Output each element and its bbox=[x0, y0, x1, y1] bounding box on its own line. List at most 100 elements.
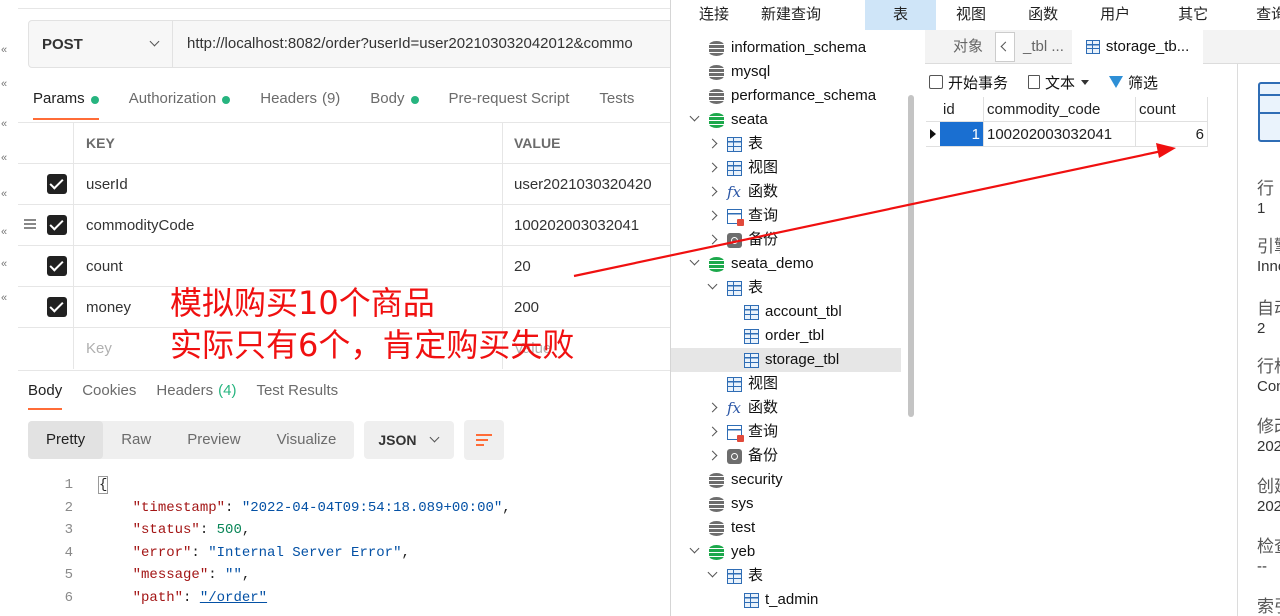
view-preview[interactable]: Preview bbox=[169, 421, 258, 459]
view-pretty[interactable]: Pretty bbox=[28, 421, 104, 459]
param-value[interactable]: user2021030320420 bbox=[502, 164, 670, 205]
chevron-right-icon[interactable] bbox=[707, 162, 718, 173]
tree-node[interactable]: fx 函数 bbox=[671, 180, 901, 204]
param-value[interactable]: 100202003032041 bbox=[502, 205, 670, 246]
param-checkbox[interactable] bbox=[47, 174, 67, 194]
column-header[interactable]: commodity_code bbox=[984, 97, 1136, 122]
tab-headers[interactable]: Headers (9) bbox=[260, 86, 340, 124]
toolbar-connect[interactable]: 连接 bbox=[699, 0, 729, 30]
view-visualize[interactable]: Visualize bbox=[259, 421, 355, 459]
param-key[interactable]: userId bbox=[86, 164, 128, 205]
chevron-right-icon[interactable] bbox=[707, 186, 718, 197]
column-header[interactable]: count bbox=[1136, 97, 1208, 122]
tab-tests[interactable]: Tests bbox=[599, 86, 634, 124]
annotation-line: 实际只有6个，肯定购买失败 bbox=[170, 326, 575, 364]
tab-pre-request-script[interactable]: Pre-request Script bbox=[449, 86, 570, 124]
chevron-down-icon[interactable] bbox=[707, 279, 718, 290]
wrap-lines-button[interactable] bbox=[464, 420, 505, 460]
tree-node[interactable]: mysql bbox=[671, 60, 901, 84]
toolbar-tables[interactable]: 表 bbox=[865, 0, 937, 30]
chevron-right-icon[interactable] bbox=[707, 402, 718, 413]
chevron-right-icon[interactable] bbox=[707, 426, 718, 437]
tab-storage-table[interactable]: storage_tb... bbox=[1071, 29, 1204, 64]
tree-node[interactable]: performance_schema bbox=[671, 84, 901, 108]
toolbar-other[interactable]: 其它 bbox=[1178, 0, 1208, 30]
tree-node-selected[interactable]: storage_tbl bbox=[671, 348, 901, 372]
tree-node[interactable]: account_tbl bbox=[671, 300, 901, 324]
toolbar-users[interactable]: 用户 bbox=[1100, 0, 1130, 30]
tree-node[interactable]: information_schema bbox=[671, 36, 901, 60]
tree-node[interactable]: 备份 bbox=[671, 228, 901, 252]
tree-node[interactable]: seata bbox=[671, 108, 901, 132]
chevron-down-icon[interactable] bbox=[689, 255, 700, 266]
chevron-down-icon[interactable] bbox=[689, 543, 700, 554]
tab-params[interactable]: Params bbox=[33, 86, 99, 124]
toolbar-views[interactable]: 视图 bbox=[956, 0, 986, 30]
tree-node[interactable]: 表 bbox=[671, 132, 901, 156]
tab-body[interactable]: Body bbox=[370, 86, 419, 124]
column-header[interactable]: id bbox=[940, 97, 984, 122]
param-value[interactable]: 20 bbox=[502, 246, 670, 287]
tab-response-body[interactable]: Body bbox=[28, 380, 63, 410]
tab-test-results[interactable]: Test Results bbox=[256, 380, 338, 410]
tree-node[interactable]: 视图 bbox=[671, 372, 901, 396]
filter-button[interactable]: 筛选 bbox=[1109, 72, 1158, 93]
chevron-right-icon[interactable] bbox=[707, 234, 718, 245]
cell-count[interactable]: 6 bbox=[1136, 122, 1208, 147]
chevron-down-icon[interactable] bbox=[689, 111, 700, 122]
param-key[interactable]: money bbox=[86, 287, 131, 328]
tree-node[interactable]: security bbox=[671, 468, 901, 492]
filter-icon bbox=[1109, 76, 1124, 88]
tree-node[interactable]: test bbox=[671, 516, 901, 540]
tree-node[interactable]: 视图 bbox=[671, 156, 901, 180]
begin-transaction-button[interactable]: 开始事务 bbox=[929, 72, 1008, 93]
tab-response-headers[interactable]: Headers (4) bbox=[156, 380, 236, 410]
chevron-down-icon[interactable] bbox=[707, 567, 718, 578]
param-key[interactable]: count bbox=[86, 246, 123, 287]
param-checkbox[interactable] bbox=[47, 256, 67, 276]
param-checkbox[interactable] bbox=[47, 297, 67, 317]
url-input[interactable]: http://localhost:8082/order?userId=user2… bbox=[173, 21, 633, 67]
tree-node[interactable]: 查询 bbox=[671, 420, 901, 444]
tree-node[interactable]: order_tbl bbox=[671, 324, 901, 348]
tree-node-label: security bbox=[731, 471, 783, 488]
tree-node[interactable]: t_admin bbox=[671, 588, 901, 612]
tree-node[interactable]: 备份 bbox=[671, 444, 901, 468]
tab-authorization[interactable]: Authorization bbox=[129, 86, 231, 124]
tab-objects[interactable]: 对象 bbox=[925, 30, 995, 64]
json-link-value[interactable]: "/order" bbox=[200, 590, 267, 606]
format-select[interactable]: JSON bbox=[364, 421, 455, 459]
tree-node[interactable]: fx 函数 bbox=[671, 396, 901, 420]
text-view-button[interactable]: 文本 bbox=[1028, 72, 1090, 93]
drag-handle-icon[interactable] bbox=[24, 219, 36, 231]
tree-node[interactable]: 表 bbox=[671, 276, 901, 300]
view-raw[interactable]: Raw bbox=[103, 421, 169, 459]
param-key-placeholder[interactable]: Key bbox=[86, 328, 112, 369]
info-label: 引擎 bbox=[1257, 237, 1280, 256]
toolbar-functions[interactable]: 函数 bbox=[1028, 0, 1058, 30]
param-key[interactable]: commodityCode bbox=[86, 205, 194, 246]
toolbar-query[interactable]: 查询 bbox=[1256, 0, 1280, 30]
chevron-right-icon[interactable] bbox=[707, 210, 718, 221]
tree-node[interactable]: 查询 bbox=[671, 204, 901, 228]
tree-node-label: test bbox=[731, 519, 756, 536]
scroll-tabs-left-button[interactable] bbox=[995, 31, 1016, 62]
chevron-right-icon[interactable] bbox=[707, 450, 718, 461]
cell-id[interactable]: 1 bbox=[940, 122, 984, 147]
table-icon bbox=[744, 593, 759, 608]
grid-row[interactable]: 1 100202003032041 6 bbox=[926, 122, 1208, 147]
tree-node[interactable]: 表 bbox=[671, 564, 901, 588]
cell-commodity-code[interactable]: 100202003032041 bbox=[984, 122, 1136, 147]
grid-toolbar: 开始事务 文本 筛选 bbox=[929, 70, 1178, 94]
toolbar-new-query[interactable]: 新建查询 bbox=[761, 0, 821, 30]
param-checkbox[interactable] bbox=[47, 215, 67, 235]
tree-node[interactable]: sys bbox=[671, 492, 901, 516]
table-icon bbox=[744, 353, 759, 368]
tab-cookies[interactable]: Cookies bbox=[82, 380, 136, 410]
chevron-right-icon[interactable] bbox=[707, 138, 718, 149]
tree-scrollbar[interactable] bbox=[908, 95, 914, 417]
method-select[interactable]: POST bbox=[29, 21, 173, 67]
tree-node[interactable]: seata_demo bbox=[671, 252, 901, 276]
tree-node[interactable]: yeb bbox=[671, 540, 901, 564]
tab-previous-table[interactable]: _tbl ... bbox=[1015, 30, 1072, 64]
